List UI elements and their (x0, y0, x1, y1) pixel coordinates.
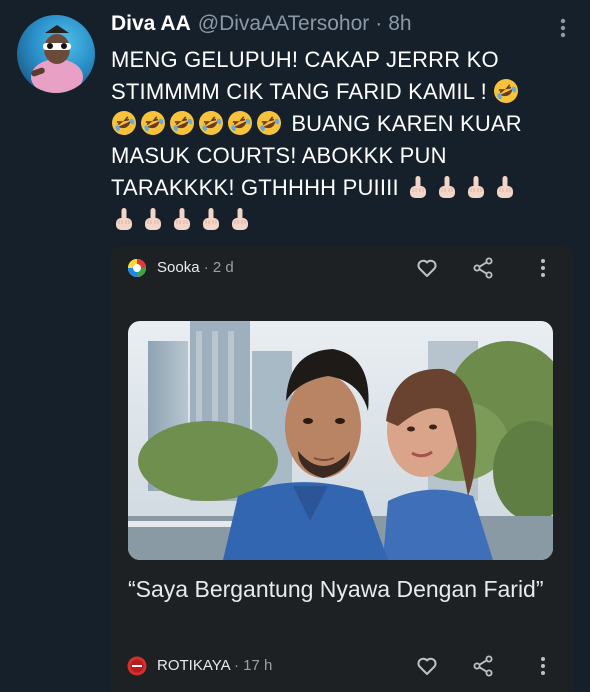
rotikaya-logo-icon (127, 656, 147, 676)
middle-finger-emoji-icon (410, 176, 427, 198)
bottom-source-name[interactable]: ROTIKAYA (157, 657, 230, 674)
laugh-emoji-icon (228, 111, 252, 135)
embedded-news-card[interactable]: Sooka · 2 d “Saya Bergantung Nyawa Denga… (111, 246, 573, 692)
top-source-meta: · 2 d (203, 259, 234, 276)
couple-photo-image (128, 321, 553, 560)
bottom-source-row: ROTIKAYA · 17 h (111, 652, 573, 680)
bottom-source-meta: · 17 h (233, 657, 273, 674)
tweet-line-6 (111, 204, 576, 236)
tweet-header: Diva AA @DivaAATersohor · 8h (111, 12, 412, 38)
news-headline[interactable]: “Saya Bergantung Nyawa Dengan Farid” (128, 574, 548, 605)
laugh-emoji-icon (141, 111, 165, 135)
middle-finger-emoji-icon (145, 208, 161, 230)
middle-finger-emoji-icon (203, 208, 219, 230)
top-source-label: Sooka · 2 d (157, 259, 234, 276)
news-photo[interactable] (128, 321, 553, 560)
more-vertical-icon[interactable] (553, 16, 573, 40)
tweet-line-3-text: BUANG KAREN KUAR (291, 111, 522, 136)
more-vertical-icon[interactable] (533, 654, 553, 678)
middle-finger-emoji-icon (497, 176, 514, 198)
heart-icon[interactable] (415, 256, 439, 280)
avatar[interactable] (17, 15, 95, 93)
middle-finger-emoji-icon (116, 208, 132, 230)
tweet-line-2: STIMMMM CIK TANG FARID KAMIL ! (111, 76, 576, 108)
more-vertical-icon[interactable] (533, 256, 553, 280)
display-name[interactable]: Diva AA (111, 12, 191, 36)
finger-emoji-row (405, 172, 521, 204)
middle-finger-emoji-icon (174, 208, 190, 230)
tweet-time[interactable]: 8h (388, 12, 411, 36)
separator-dot: · (375, 12, 383, 35)
laugh-emoji-icon (494, 79, 519, 103)
laugh-emoji-icon (257, 111, 281, 135)
user-handle[interactable]: @DivaAATersohor (198, 12, 370, 36)
finger-emoji-row-2 (111, 204, 256, 236)
tweet-line-5-text: TARAKKKK! GTHHHH PUIIII (111, 175, 399, 200)
tweet-line-4: MASUK COURTS! ABOKKK PUN (111, 143, 447, 168)
tweet-line-2-text: STIMMMM CIK TANG FARID KAMIL ! (111, 79, 487, 104)
top-source-row: Sooka · 2 d (111, 254, 573, 282)
middle-finger-emoji-icon (439, 176, 456, 198)
tweet-line-3: BUANG KAREN KUAR (111, 108, 576, 140)
avatar-image (31, 25, 83, 93)
share-icon[interactable] (471, 654, 495, 678)
top-source-name[interactable]: Sooka (157, 259, 200, 276)
tweet-text: MENG GELUPUH! CAKAP JERRR KO STIMMMM CIK… (111, 44, 576, 236)
bottom-source-label: ROTIKAYA · 17 h (157, 657, 272, 674)
tweet-line-1: MENG GELUPUH! CAKAP JERRR KO (111, 47, 499, 72)
share-icon[interactable] (471, 256, 495, 280)
middle-finger-emoji-icon (468, 176, 485, 198)
laugh-emoji-icon (199, 111, 223, 135)
heart-icon[interactable] (415, 654, 439, 678)
laugh-emoji-row (111, 108, 285, 140)
laugh-emoji-icon (170, 111, 194, 135)
laugh-emoji-icon (112, 111, 136, 135)
tweet-line-5: TARAKKKK! GTHHHH PUIIII (111, 172, 576, 204)
middle-finger-emoji-icon (232, 208, 248, 230)
sooka-logo-icon (128, 259, 146, 277)
